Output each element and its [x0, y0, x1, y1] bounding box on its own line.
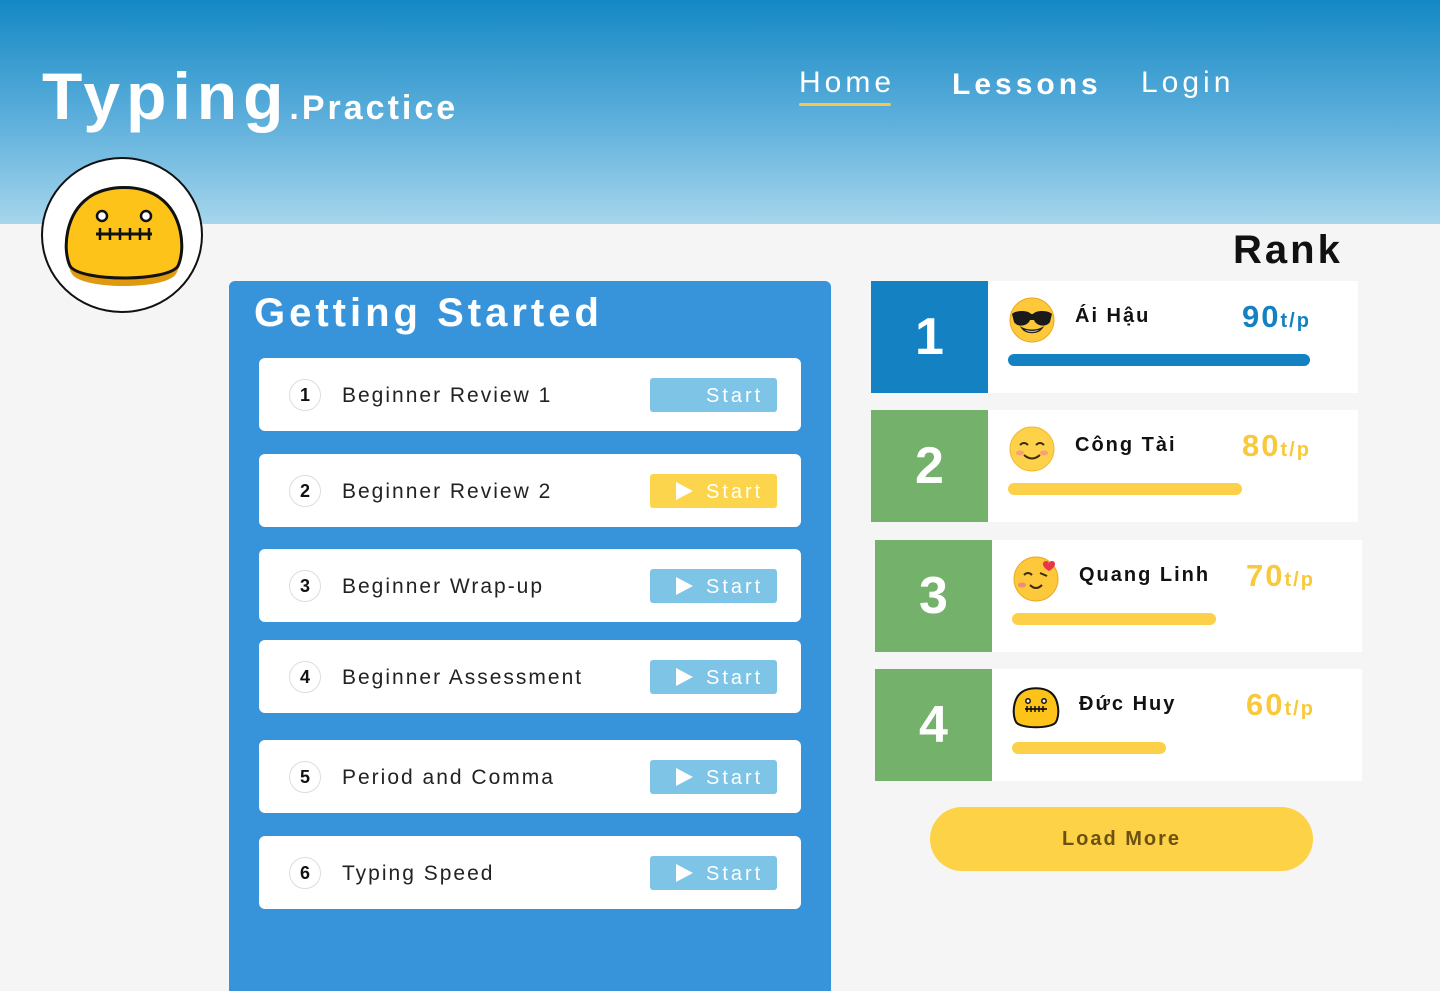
start-button[interactable]: Start — [650, 760, 777, 794]
score-value: 70 — [1246, 558, 1285, 593]
start-button[interactable]: Start — [650, 660, 777, 694]
lesson-number: 6 — [289, 857, 321, 889]
player-name: Đức Huy — [1079, 693, 1177, 715]
start-button[interactable]: Start — [650, 474, 777, 508]
user-avatar[interactable] — [41, 157, 203, 313]
play-icon — [676, 577, 693, 595]
panel-title: Getting Started — [254, 291, 603, 335]
player-score: 70t/p — [1246, 558, 1315, 594]
rank-position: 3 — [875, 540, 992, 652]
lesson-name: Typing Speed — [342, 862, 495, 885]
lesson-number: 1 — [289, 379, 321, 411]
lesson-item: 4 Beginner Assessment Start — [259, 640, 801, 713]
rank-entry: 4 Đức Huy 60t/p — [875, 669, 1362, 781]
player-score: 60t/p — [1246, 687, 1315, 723]
lessons-panel: Getting Started 1 Beginner Review 1 Star… — [229, 281, 831, 991]
start-button[interactable]: Start — [650, 856, 777, 890]
player-name: Ái Hậu — [1075, 305, 1151, 327]
lesson-item: 6 Typing Speed Start — [259, 836, 801, 909]
lesson-name: Beginner Assessment — [342, 666, 584, 689]
player-name: Công Tài — [1075, 434, 1177, 456]
logo-sub-text: .Practice — [289, 89, 459, 127]
start-button-label: Start — [706, 863, 764, 885]
kissing-heart-icon — [1012, 555, 1060, 608]
nav-lessons[interactable]: Lessons — [952, 68, 1102, 102]
score-value: 90 — [1242, 299, 1281, 334]
score-unit: t/p — [1280, 310, 1311, 332]
rank-entry: 2 Công Tài 80t/p — [871, 410, 1358, 522]
lesson-item: 3 Beginner Wrap-up Start — [259, 549, 801, 622]
lesson-name: Beginner Review 2 — [342, 480, 553, 503]
score-unit: t/p — [1284, 569, 1315, 591]
start-button[interactable]: Start — [650, 378, 777, 412]
lesson-item: 2 Beginner Review 2 Start — [259, 454, 801, 527]
logo-main-text: Typing — [42, 59, 290, 133]
zipper-mouth-icon — [1012, 684, 1060, 737]
play-icon — [676, 482, 693, 500]
app-logo[interactable]: Typing.Practice — [42, 58, 458, 134]
rank-position: 1 — [871, 281, 988, 393]
score-progress-bar — [1008, 354, 1310, 366]
start-button-label: Start — [706, 385, 764, 407]
player-score: 90t/p — [1242, 299, 1311, 335]
score-progress-bar — [1008, 483, 1242, 495]
load-more-button[interactable]: Load More — [930, 807, 1313, 871]
rank-title: Rank — [1233, 228, 1343, 272]
score-value: 80 — [1242, 428, 1281, 463]
header: Typing.Practice Home Lessons Login — [0, 0, 1440, 224]
lesson-item: 1 Beginner Review 1 Start — [259, 358, 801, 431]
start-button-label: Start — [706, 767, 764, 789]
lesson-name: Beginner Review 1 — [342, 384, 553, 407]
lesson-number: 5 — [289, 761, 321, 793]
rank-entry: 3 Quang Linh 70t/p — [875, 540, 1362, 652]
lesson-item: 5 Period and Comma Start — [259, 740, 801, 813]
player-name: Quang Linh — [1079, 564, 1211, 586]
player-score: 80t/p — [1242, 428, 1311, 464]
rank-entry: 1 Ái Hậu 90t/p — [871, 281, 1358, 393]
rank-position: 4 — [875, 669, 992, 781]
score-progress-bar — [1012, 742, 1166, 754]
nav-login[interactable]: Login — [1141, 66, 1234, 100]
rank-position: 2 — [871, 410, 988, 522]
score-unit: t/p — [1280, 439, 1311, 461]
lesson-number: 3 — [289, 570, 321, 602]
start-button[interactable]: Start — [650, 569, 777, 603]
lesson-name: Beginner Wrap-up — [342, 575, 545, 598]
start-button-label: Start — [706, 576, 764, 598]
play-icon — [676, 768, 693, 786]
lesson-number: 4 — [289, 661, 321, 693]
score-value: 60 — [1246, 687, 1285, 722]
start-button-label: Start — [706, 667, 764, 689]
start-button-label: Start — [706, 481, 764, 503]
lesson-name: Period and Comma — [342, 766, 555, 789]
nav-home[interactable]: Home — [799, 66, 895, 106]
lesson-number: 2 — [289, 475, 321, 507]
score-progress-bar — [1012, 613, 1216, 625]
zipper-mouth-icon — [64, 186, 184, 286]
play-icon — [676, 668, 693, 686]
score-unit: t/p — [1284, 698, 1315, 720]
blush-icon — [1008, 425, 1056, 478]
sunglasses-icon — [1008, 296, 1056, 349]
play-icon — [676, 864, 693, 882]
